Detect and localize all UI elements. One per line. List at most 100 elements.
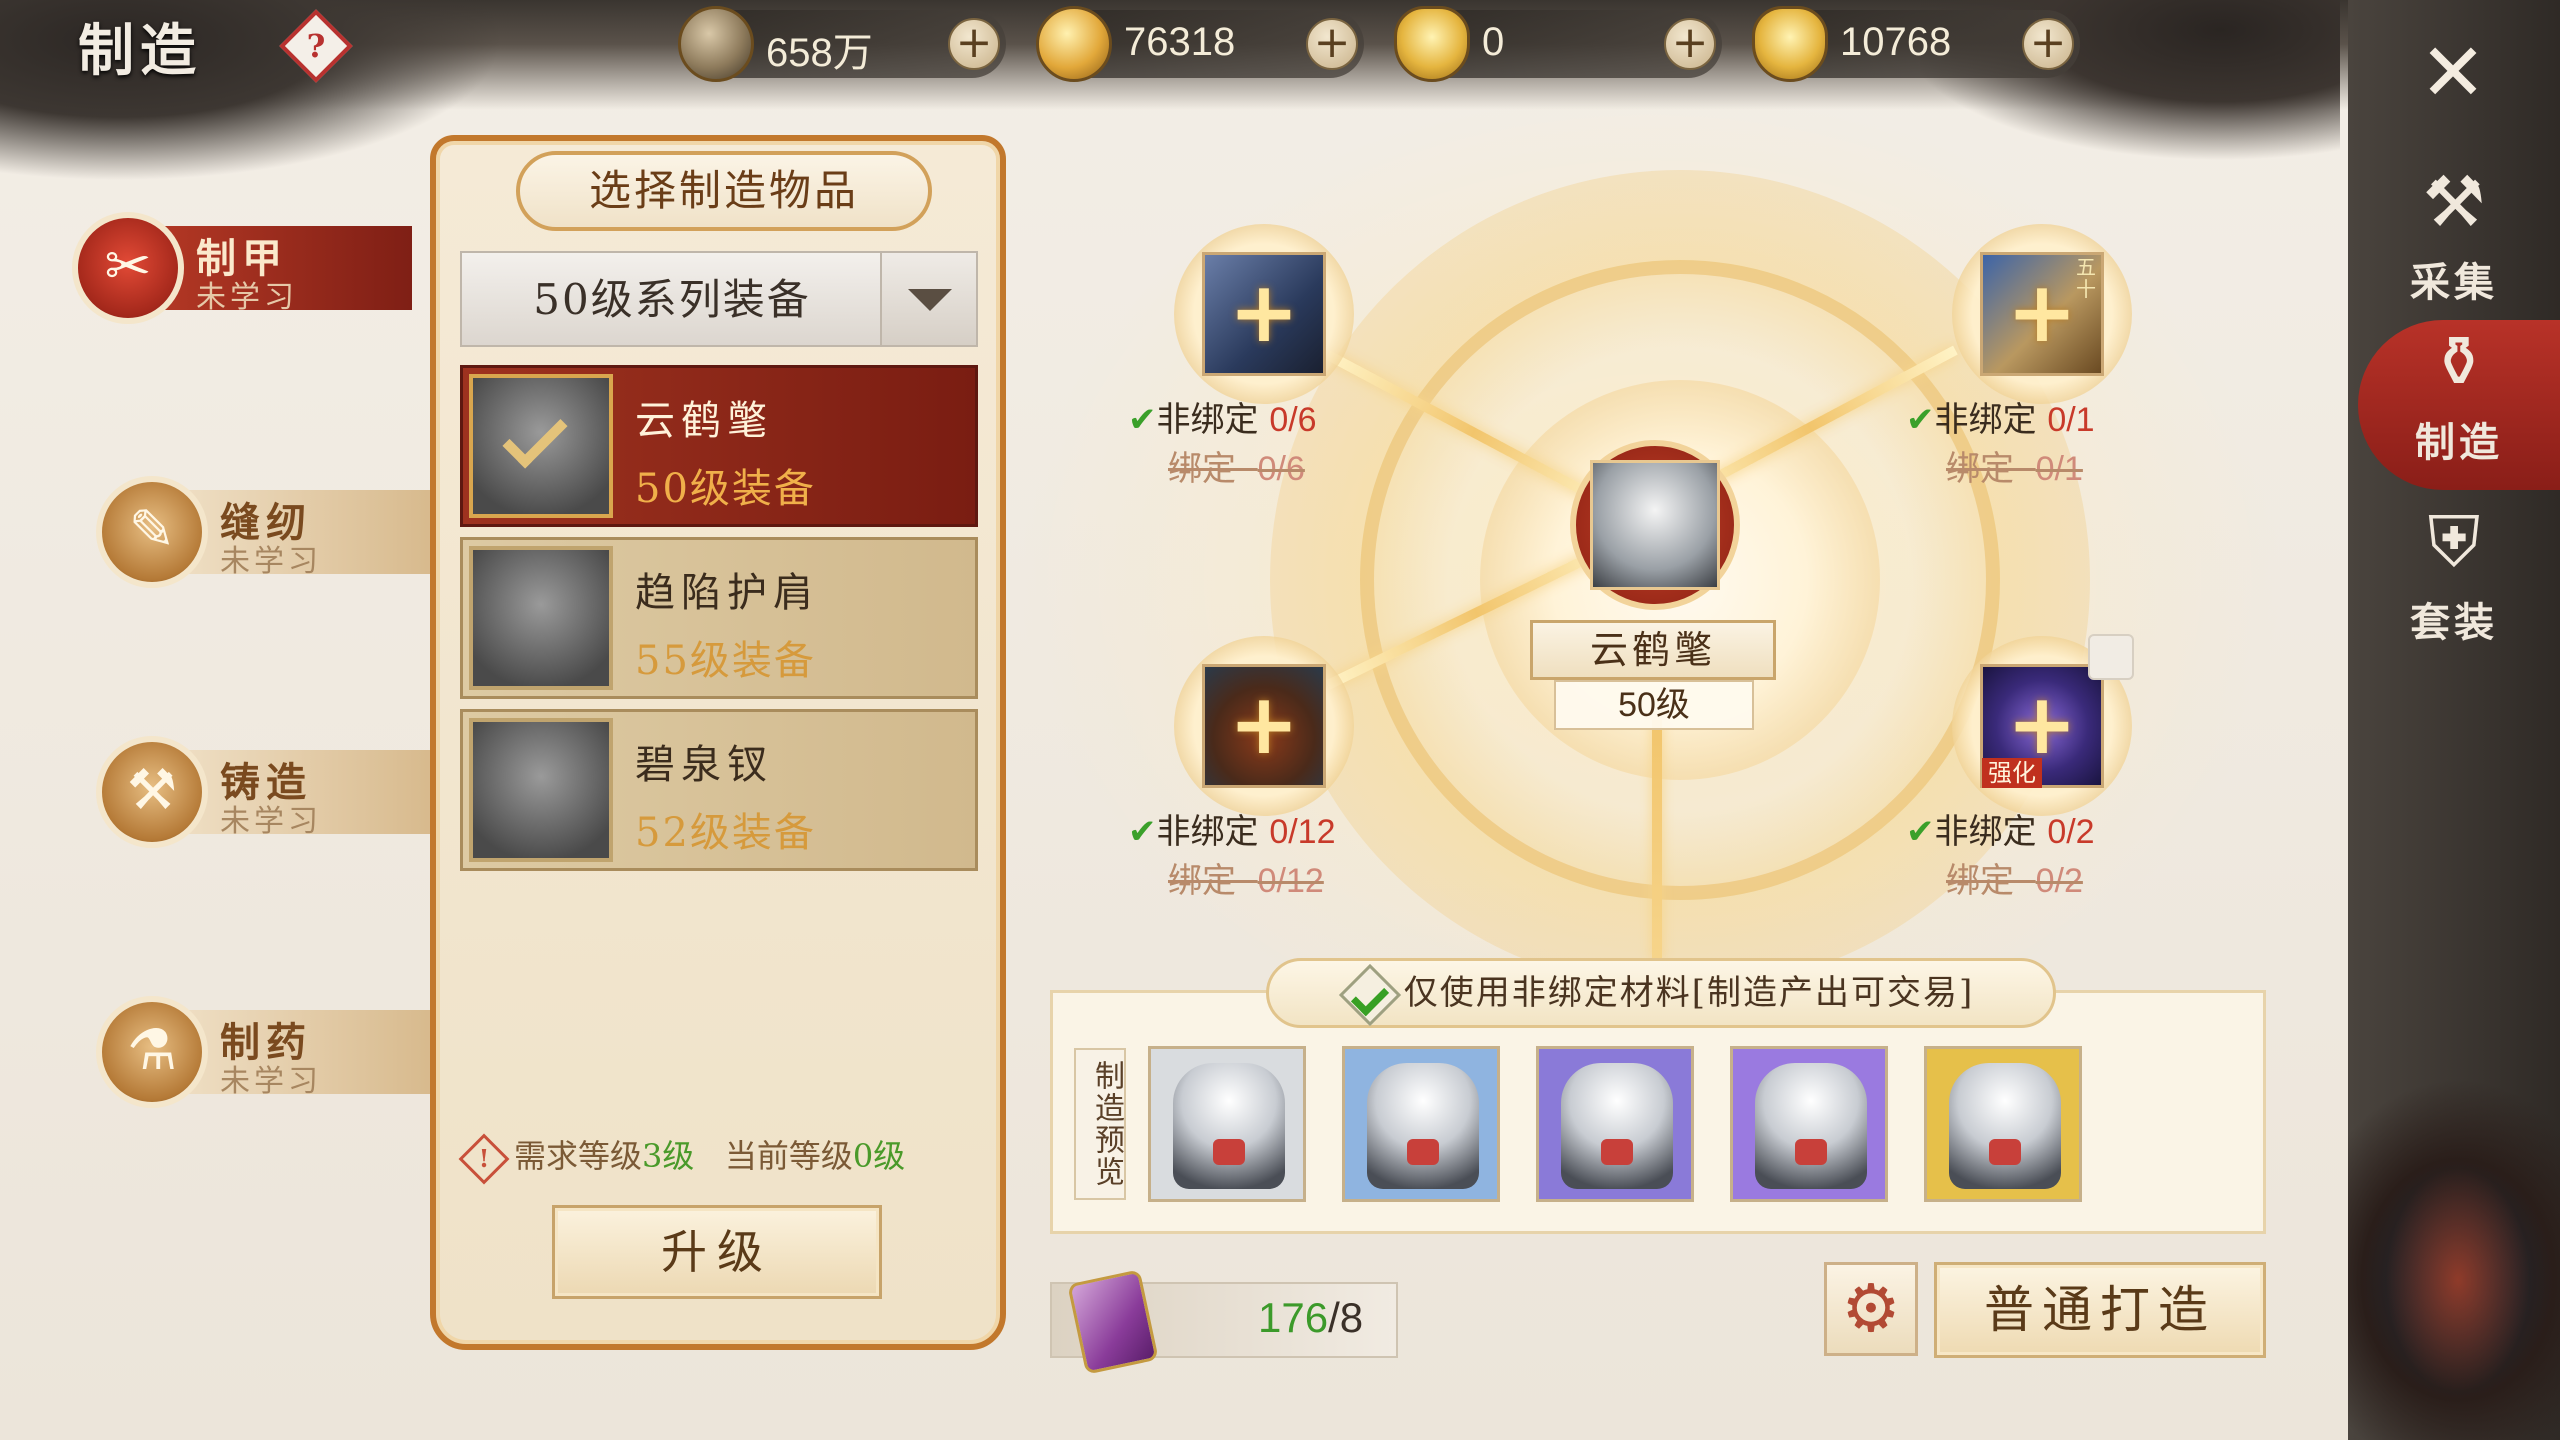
category-medicine[interactable]: ⚗ 制药 未学习 — [96, 996, 436, 1108]
category-armor[interactable]: ✂ 制甲 未学习 — [72, 212, 412, 324]
currency-value: 658万 — [766, 31, 873, 75]
material-count-ore: ✔非绑定 0/6 绑定 0/6 — [1128, 392, 1388, 490]
target-item-thumbnail — [1590, 460, 1720, 590]
currency-bound-ingot: 0 + — [1394, 6, 1722, 82]
enhance-badge: 强化 — [1982, 758, 2042, 788]
item-name: 趋陷护肩 — [635, 570, 819, 616]
check-icon: ✔ — [1906, 812, 1935, 852]
armor-figure-icon — [1561, 1063, 1673, 1189]
chevron-down-icon[interactable] — [880, 253, 976, 345]
info-checkbox[interactable] — [2088, 634, 2134, 680]
vitality-current: 176 — [1258, 1294, 1329, 1341]
check-icon: ✔ — [1128, 812, 1157, 852]
add-icon: + — [1228, 675, 1300, 773]
bound-count: 0/6 — [1257, 450, 1305, 488]
tab-label: 制造 — [2415, 419, 2503, 466]
dragon-decoration — [2348, 1000, 2560, 1440]
series-dropdown[interactable]: 50级系列装备 — [460, 251, 978, 347]
add-currency-button[interactable]: + — [1306, 18, 1358, 70]
check-icon: ✔ — [1128, 400, 1157, 440]
normal-craft-button[interactable]: 普通打造 — [1934, 1262, 2266, 1358]
bound-label: 绑定 — [1946, 449, 2014, 489]
req-label: 需求等级 — [514, 1137, 643, 1175]
gather-tools-icon: ⚒ — [2422, 161, 2486, 243]
check-icon: ✔ — [1906, 400, 1935, 440]
item-level: 52级装备 — [635, 810, 816, 856]
currency-copper: 658万 + — [678, 6, 1006, 82]
category-status: 未学习 — [196, 280, 298, 315]
vitality-counter: 176/8 — [1050, 1269, 1398, 1375]
armor-figure-icon — [1367, 1063, 1479, 1189]
warning-icon: ! — [458, 1133, 510, 1184]
unbound-label: 非绑定 — [1934, 400, 2037, 440]
target-item-slot[interactable] — [1570, 440, 1740, 610]
upgrade-button[interactable]: 升级 — [552, 1205, 882, 1299]
armor-set-icon: ⛨ — [2427, 501, 2481, 583]
list-item[interactable]: 趋陷护肩 55级装备 — [460, 537, 978, 699]
bound-count: 0/12 — [1257, 862, 1324, 900]
armor-figure-icon — [1755, 1063, 1867, 1189]
add-currency-button[interactable]: + — [2022, 18, 2074, 70]
preview-label: 制造预览 — [1074, 1048, 1126, 1200]
mortar-icon: ⚗ — [96, 996, 208, 1108]
material-slot-ore[interactable]: + — [1174, 224, 1354, 404]
currency-gold-ingot: 10768 + — [1752, 6, 2080, 82]
list-item[interactable]: 碧泉钗 52级装备 — [460, 709, 978, 871]
armor-figure-icon — [1173, 1063, 1285, 1189]
bound-label: 绑定 — [1946, 861, 2014, 901]
bound-count: 0/2 — [2035, 862, 2083, 900]
target-item-level: 50级 — [1554, 680, 1754, 730]
unbound-label: 非绑定 — [1156, 400, 1259, 440]
material-slot-scroll[interactable]: + 五十 — [1952, 224, 2132, 404]
preview-slot[interactable] — [1924, 1046, 2082, 1202]
material-count-bowl: ✔非绑定 0/12 绑定 0/12 — [1128, 804, 1388, 902]
add-currency-button[interactable]: + — [1664, 18, 1716, 70]
item-thumbnail — [469, 718, 613, 862]
item-name: 碧泉钗 — [635, 742, 773, 788]
tab-craft[interactable]: ⚱ 制造 — [2358, 320, 2560, 490]
unbound-label: 非绑定 — [1156, 812, 1259, 852]
category-status: 未学习 — [220, 804, 322, 839]
unbound-count: 0/12 — [1269, 813, 1336, 851]
item-level: 50级装备 — [635, 466, 816, 512]
preview-slot[interactable] — [1342, 1046, 1500, 1202]
gold-ingot-icon — [1752, 6, 1828, 82]
preview-slot[interactable] — [1536, 1046, 1694, 1202]
cur-value: 0级 — [852, 1137, 906, 1175]
energy-beam-down — [1652, 720, 1662, 960]
right-sidebar: ✕ ⚒ 采集 ⚱ 制造 ⛨ 套装 — [2348, 0, 2560, 1440]
vitality-value: 176/8 — [1258, 1294, 1363, 1342]
vitality-cost: /8 — [1328, 1294, 1364, 1341]
gear-icon[interactable]: ⚙ — [1824, 1262, 1918, 1356]
unbound-count: 0/2 — [2047, 813, 2095, 851]
armor-figure-icon — [1949, 1063, 2061, 1189]
category-casting[interactable]: ⚒ 铸造 未学习 — [96, 736, 436, 848]
checkbox-checked-icon[interactable] — [1338, 963, 1401, 1027]
target-item-name: 云鹤氅 — [1530, 620, 1776, 680]
tab-label: 套装 — [2410, 599, 2498, 646]
tab-gather[interactable]: ⚒ 采集 — [2368, 160, 2540, 330]
req-value: 3级 — [642, 1137, 695, 1175]
close-icon[interactable]: ✕ — [2408, 28, 2498, 118]
material-count-orb: ✔非绑定 0/2 绑定 0/2 — [1906, 804, 2166, 902]
item-level: 55级装备 — [635, 638, 816, 684]
add-icon: + — [1228, 263, 1300, 361]
item-thumbnail — [469, 546, 613, 690]
unbound-only-toggle[interactable]: 仅使用非绑定材料[制造产出可交易] — [1266, 958, 2056, 1028]
scroll-corner-text: 五十 — [2076, 255, 2096, 301]
currency-value: 76318 — [1124, 20, 1236, 64]
mortar-craft-icon: ⚱ — [2429, 321, 2489, 403]
category-sewing[interactable]: ✎ 缝纫 未学习 — [96, 476, 436, 588]
add-currency-button[interactable]: + — [948, 18, 1000, 70]
panel-title: 选择制造物品 — [516, 151, 932, 231]
preview-slot[interactable] — [1148, 1046, 1306, 1202]
tab-label: 采集 — [2410, 259, 2498, 306]
bound-count: 0/1 — [2035, 450, 2083, 488]
unbound-count: 0/6 — [1269, 401, 1317, 439]
scissors-icon: ✂ — [72, 212, 184, 324]
tab-set[interactable]: ⛨ 套装 — [2368, 500, 2540, 670]
preview-slot[interactable] — [1730, 1046, 1888, 1202]
material-slot-bowl[interactable]: + — [1174, 636, 1354, 816]
item-name: 云鹤氅 — [635, 398, 773, 444]
list-item[interactable]: 云鹤氅 50级装备 — [460, 365, 978, 527]
